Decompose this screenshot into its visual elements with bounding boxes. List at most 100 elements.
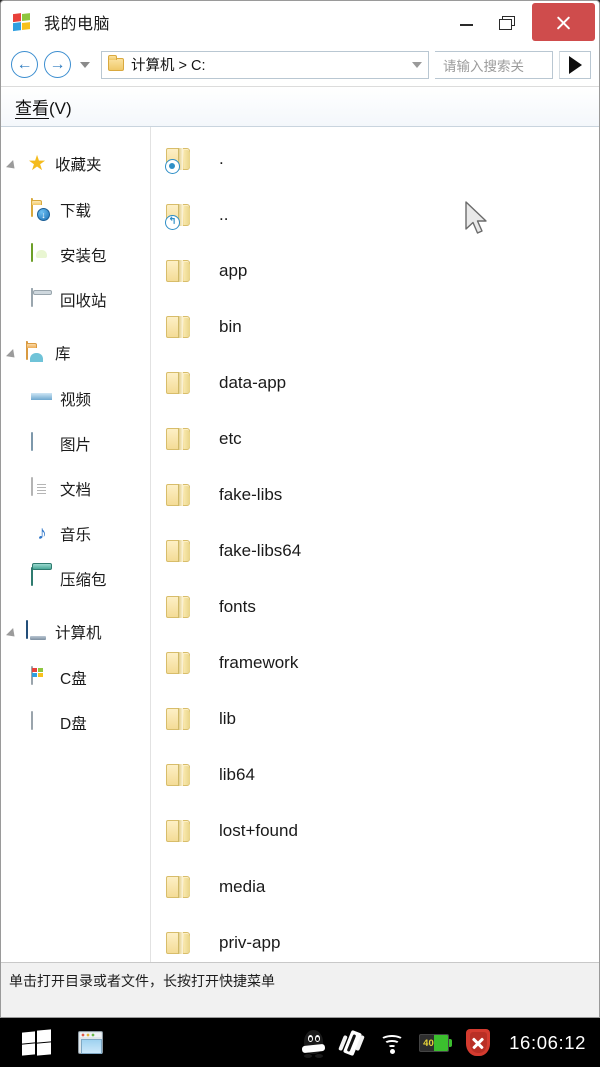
computer-icon xyxy=(26,620,48,643)
expander-icon[interactable] xyxy=(9,159,19,169)
file-name: .. xyxy=(219,205,229,224)
breadcrumb-bar[interactable]: 计算机 > C: xyxy=(101,50,429,79)
file-name: app xyxy=(219,261,248,280)
windows-flag-icon xyxy=(13,12,32,32)
folder-icon xyxy=(165,760,193,790)
file-row-current-dir[interactable]: . xyxy=(151,131,599,187)
sidebar-item-label: 压缩包 xyxy=(60,571,107,589)
sidebar-item-label: 安装包 xyxy=(60,247,107,265)
file-row[interactable]: lib xyxy=(151,691,599,747)
window-body: ★ 收藏夹 ↓ 下载 安装包 回收站 库 视频 图片 文档 ♪ 音乐 压缩包 计… xyxy=(1,127,599,962)
folder-icon xyxy=(108,55,124,71)
file-row[interactable]: bin xyxy=(151,299,599,355)
library-folder-icon xyxy=(26,341,48,364)
qq-penguin-icon[interactable] xyxy=(301,1028,326,1058)
sidebar-item-documents[interactable]: 文档 xyxy=(1,466,150,511)
file-row[interactable]: fake-libs64 xyxy=(151,523,599,579)
folder-icon xyxy=(165,424,193,454)
sidebar-item-downloads[interactable]: ↓ 下载 xyxy=(1,187,150,232)
search-input[interactable]: 请输入搜索关 xyxy=(435,50,553,79)
file-name: lib xyxy=(219,709,237,728)
sidebar-item-archives[interactable]: 压缩包 xyxy=(1,556,150,601)
sidebar-item-pictures[interactable]: 图片 xyxy=(1,421,150,466)
file-row-parent-dir[interactable]: ↰ .. xyxy=(151,187,599,243)
title-bar-left: 我的电脑 xyxy=(1,10,110,34)
minimize-button[interactable] xyxy=(446,1,486,43)
sidebar-item-label: 文档 xyxy=(60,481,92,499)
close-button[interactable] xyxy=(532,3,595,41)
expander-icon[interactable] xyxy=(9,627,19,637)
shake-vibrate-icon[interactable] xyxy=(338,1029,366,1057)
system-tray: 40 16:06:12 xyxy=(301,1028,600,1058)
file-manager-window: 我的电脑 ← → 计算机 > C: 请输入搜索关 查看(V) ★ 收藏夹 ↓ 下… xyxy=(0,0,600,1018)
parent-dir-badge: ↰ xyxy=(165,215,180,230)
security-shield-icon[interactable] xyxy=(466,1029,491,1056)
sidebar-item-music[interactable]: ♪ 音乐 xyxy=(1,511,150,556)
file-name: priv-app xyxy=(219,933,281,952)
restore-button[interactable] xyxy=(486,1,526,43)
star-icon: ★ xyxy=(27,152,47,175)
film-strip-icon xyxy=(31,388,53,410)
menu-item-view[interactable]: 查看(V) xyxy=(15,94,72,119)
file-row[interactable]: priv-app xyxy=(151,915,599,962)
battery-icon[interactable]: 40 xyxy=(419,1033,453,1052)
expander-icon[interactable] xyxy=(9,348,19,358)
taskbar-clock[interactable]: 16:06:12 xyxy=(509,1032,586,1054)
sidebar-item-library[interactable]: 库 xyxy=(1,330,150,376)
sidebar-item-label: D盘 xyxy=(60,715,87,733)
sidebar-group-computer: 计算机 C盘 D盘 xyxy=(1,609,150,745)
sidebar-group-favorites: ★ 收藏夹 ↓ 下载 安装包 回收站 xyxy=(1,141,150,322)
file-name: fake-libs64 xyxy=(219,541,302,560)
taskbar-left xyxy=(0,1029,103,1056)
back-button[interactable]: ← xyxy=(11,51,38,78)
file-row[interactable]: media xyxy=(151,859,599,915)
file-row[interactable]: framework xyxy=(151,635,599,691)
search-go-button[interactable] xyxy=(559,50,591,79)
status-text: 单击打开目录或者文件，长按打开快捷菜单 xyxy=(9,973,275,989)
file-name: data-app xyxy=(219,373,287,392)
search-placeholder: 请输入搜索关 xyxy=(443,58,524,74)
close-icon xyxy=(555,14,572,31)
sidebar-item-label: 下载 xyxy=(60,202,92,220)
folder-icon xyxy=(165,144,193,174)
apk-package-icon xyxy=(31,242,53,266)
folder-icon xyxy=(165,648,193,678)
chevron-down-icon[interactable] xyxy=(412,61,422,68)
wifi-icon[interactable] xyxy=(378,1031,406,1055)
file-explorer-icon[interactable] xyxy=(78,1031,103,1054)
music-note-icon: ♪ xyxy=(37,522,47,544)
sidebar-item-label: 图片 xyxy=(60,436,92,454)
sidebar-item-recycle-bin[interactable]: 回收站 xyxy=(1,277,150,322)
file-row[interactable]: fonts xyxy=(151,579,599,635)
file-name: fake-libs xyxy=(219,485,283,504)
file-row[interactable]: etc xyxy=(151,411,599,467)
sidebar-item-packages[interactable]: 安装包 xyxy=(1,232,150,277)
file-row[interactable]: lib64 xyxy=(151,747,599,803)
sidebar-item-videos[interactable]: 视频 xyxy=(1,376,150,421)
picture-icon xyxy=(31,431,53,455)
file-row[interactable]: fake-libs xyxy=(151,467,599,523)
restore-icon xyxy=(498,15,515,30)
recycle-bin-icon xyxy=(31,287,53,311)
minimize-icon xyxy=(459,24,473,26)
sidebar-group-library: 库 视频 图片 文档 ♪ 音乐 压缩包 xyxy=(1,330,150,601)
play-triangle-icon xyxy=(568,55,582,74)
window-controls xyxy=(446,1,599,43)
sidebar-item-drive-d[interactable]: D盘 xyxy=(1,700,150,745)
forward-button[interactable]: → xyxy=(44,51,71,78)
sidebar-item-computer[interactable]: 计算机 xyxy=(1,609,150,655)
folder-icon xyxy=(165,592,193,622)
windows-start-icon[interactable] xyxy=(22,1029,52,1056)
window-title: 我的电脑 xyxy=(44,16,111,33)
sidebar: ★ 收藏夹 ↓ 下载 安装包 回收站 库 视频 图片 文档 ♪ 音乐 压缩包 计… xyxy=(1,127,151,962)
file-row[interactable]: lost+found xyxy=(151,803,599,859)
file-row[interactable]: app xyxy=(151,243,599,299)
file-name: etc xyxy=(219,429,242,448)
sidebar-item-drive-c[interactable]: C盘 xyxy=(1,655,150,700)
sidebar-item-favorites[interactable]: ★ 收藏夹 xyxy=(1,141,150,187)
battery-level: 40 xyxy=(423,1037,434,1049)
history-dropdown-icon[interactable] xyxy=(80,61,90,68)
menu-bar: 查看(V) xyxy=(1,87,599,127)
file-name: bin xyxy=(219,317,242,336)
file-row[interactable]: data-app xyxy=(151,355,599,411)
